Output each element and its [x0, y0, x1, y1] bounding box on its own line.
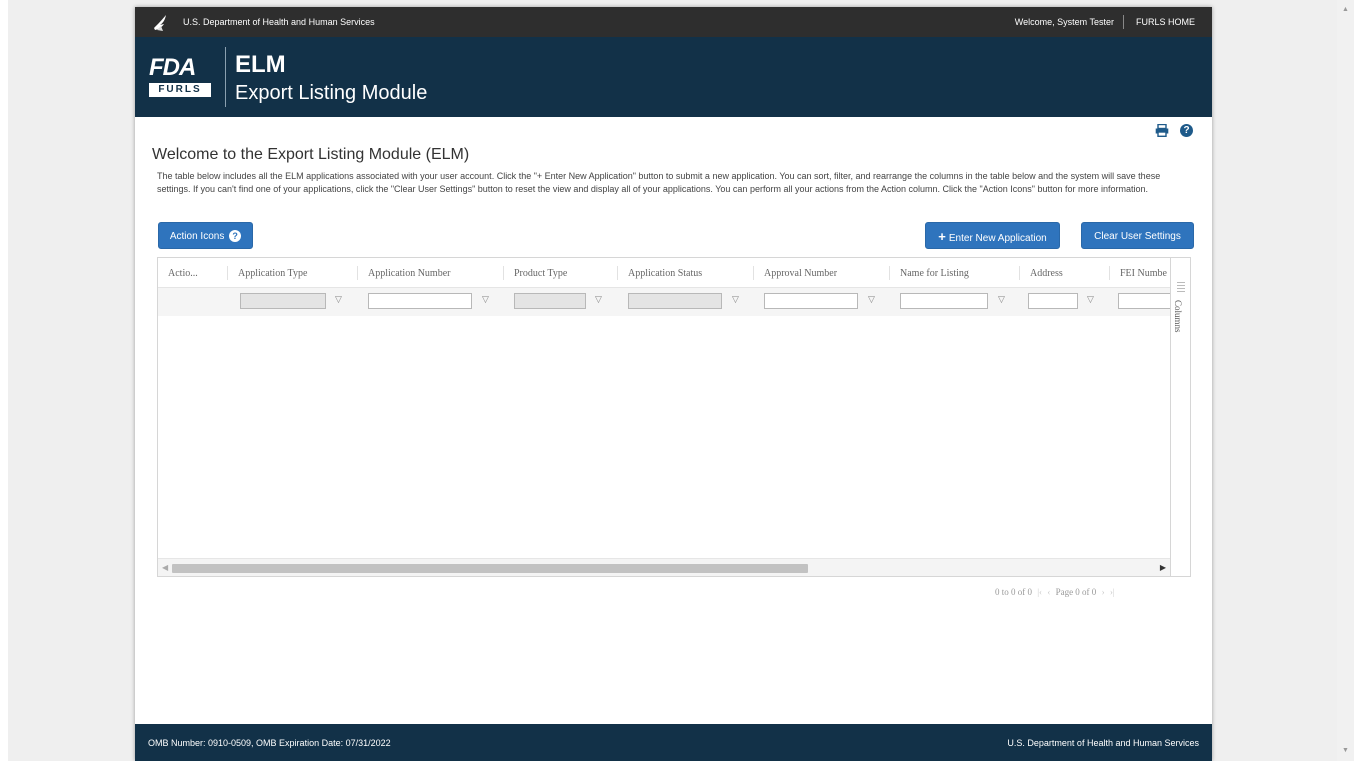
pagination: 0 to 0 of 0 |‹ ‹ Page 0 of 0 › ›| [995, 587, 1118, 597]
application-status-filter [628, 293, 722, 309]
app-header: FDA FURLS ELM Export Listing Module [135, 37, 1212, 117]
action-icons-button[interactable]: Action Icons ? [158, 222, 253, 249]
topbar-divider [1123, 15, 1124, 29]
column-label: Application Status [628, 268, 703, 279]
furls-home-link[interactable]: FURLS HOME [1136, 17, 1195, 27]
action-icons-label: Action Icons [169, 231, 225, 242]
column-header-product-type[interactable]: Product Type ▽ [504, 258, 618, 316]
omb-info: OMB Number: 0910-0509, OMB Expiration Da… [148, 738, 391, 748]
applications-grid: Actio... Application Type ▽ Application … [157, 257, 1191, 577]
product-type-filter [514, 293, 586, 309]
scroll-right-icon[interactable]: ▶ [1160, 563, 1166, 572]
column-label: Address [1030, 268, 1063, 279]
page-vertical-scrollbar[interactable]: ▲ ▼ [1337, 0, 1354, 761]
clear-user-settings-button[interactable]: Clear User Settings [1081, 222, 1194, 249]
column-header-application-type[interactable]: Application Type ▽ [228, 258, 358, 316]
horizontal-scrollbar[interactable]: ◀ ▶ [158, 558, 1170, 576]
column-label: Approval Number [764, 268, 838, 279]
scroll-down-icon[interactable]: ▼ [1342, 747, 1349, 754]
filter-icon[interactable]: ▽ [482, 294, 489, 305]
first-page-icon[interactable]: |‹ [1037, 587, 1042, 597]
question-icon: ? [229, 230, 242, 243]
page-title: Welcome to the Export Listing Module (EL… [152, 146, 470, 163]
footer-agency: U.S. Department of Health and Human Serv… [1007, 738, 1199, 748]
pager-page: Page 0 of 0 [1055, 587, 1097, 597]
grid-header: Actio... Application Type ▽ Application … [158, 258, 1170, 316]
enter-new-application-label: Enter New Application [948, 233, 1047, 244]
columns-panel-label[interactable]: Columns [1173, 300, 1183, 333]
column-label: Actio... [168, 268, 198, 279]
last-page-icon[interactable]: ›| [1110, 587, 1115, 597]
fei-number-filter[interactable] [1118, 293, 1170, 309]
column-label: Application Number [368, 268, 451, 279]
column-label: Name for Listing [900, 268, 969, 279]
intro-text: The table below includes all the ELM app… [157, 171, 1161, 194]
column-header-name-for-listing[interactable]: Name for Listing ▽ [890, 258, 1020, 316]
column-header-approval-number[interactable]: Approval Number ▽ [754, 258, 890, 316]
name-for-listing-filter[interactable] [900, 293, 988, 309]
approval-number-filter[interactable] [764, 293, 858, 309]
scroll-up-icon[interactable]: ▲ [1342, 6, 1349, 13]
columns-tool-panel[interactable]: Columns [1170, 258, 1190, 576]
pager-range: 0 to 0 of 0 [995, 587, 1032, 597]
help-icon[interactable]: ? [1180, 124, 1193, 137]
column-header-address[interactable]: Address ▽ [1020, 258, 1110, 316]
footer: OMB Number: 0910-0509, OMB Expiration Da… [135, 724, 1212, 761]
column-header-fei-number[interactable]: FEI Numbe [1110, 258, 1170, 316]
print-icon[interactable] [1155, 124, 1169, 137]
application-number-filter[interactable] [368, 293, 472, 309]
filter-icon[interactable]: ▽ [732, 294, 739, 305]
furls-badge: FURLS [149, 83, 211, 97]
fda-furls-logo[interactable]: FDA FURLS [149, 54, 213, 99]
column-header-application-number[interactable]: Application Number ▽ [358, 258, 504, 316]
welcome-user: Welcome, System Tester [1014, 17, 1114, 27]
scroll-left-icon[interactable]: ◀ [162, 563, 168, 572]
application-type-filter [240, 293, 326, 309]
left-gutter [0, 0, 8, 761]
top-bar: U.S. Department of Health and Human Serv… [135, 7, 1212, 37]
filter-icon[interactable]: ▽ [335, 294, 342, 305]
scrollbar-thumb[interactable] [172, 564, 808, 573]
header-divider [225, 47, 226, 107]
prev-page-icon[interactable]: ‹ [1047, 587, 1050, 597]
column-label: Application Type [238, 268, 308, 279]
enter-new-application-button[interactable]: + Enter New Application [925, 222, 1060, 249]
fda-logo-text: FDA [149, 54, 196, 81]
filter-icon[interactable]: ▽ [595, 294, 602, 305]
column-header-action[interactable]: Actio... [158, 258, 228, 316]
filter-icon[interactable]: ▽ [1087, 294, 1094, 305]
column-label: FEI Numbe [1120, 268, 1167, 279]
filter-icon[interactable]: ▽ [868, 294, 875, 305]
address-filter[interactable] [1028, 293, 1078, 309]
grip-icon [1177, 282, 1185, 292]
agency-name: U.S. Department of Health and Human Serv… [183, 17, 375, 27]
page-container: U.S. Department of Health and Human Serv… [135, 7, 1212, 761]
hhs-eagle-icon [154, 15, 166, 31]
column-label: Product Type [514, 268, 568, 279]
column-header-application-status[interactable]: Application Status ▽ [618, 258, 754, 316]
plus-icon: + [938, 229, 946, 244]
next-page-icon[interactable]: › [1102, 587, 1105, 597]
app-short-name: ELM [235, 51, 286, 78]
app-full-name: Export Listing Module [235, 82, 428, 104]
filter-icon[interactable]: ▽ [998, 294, 1005, 305]
